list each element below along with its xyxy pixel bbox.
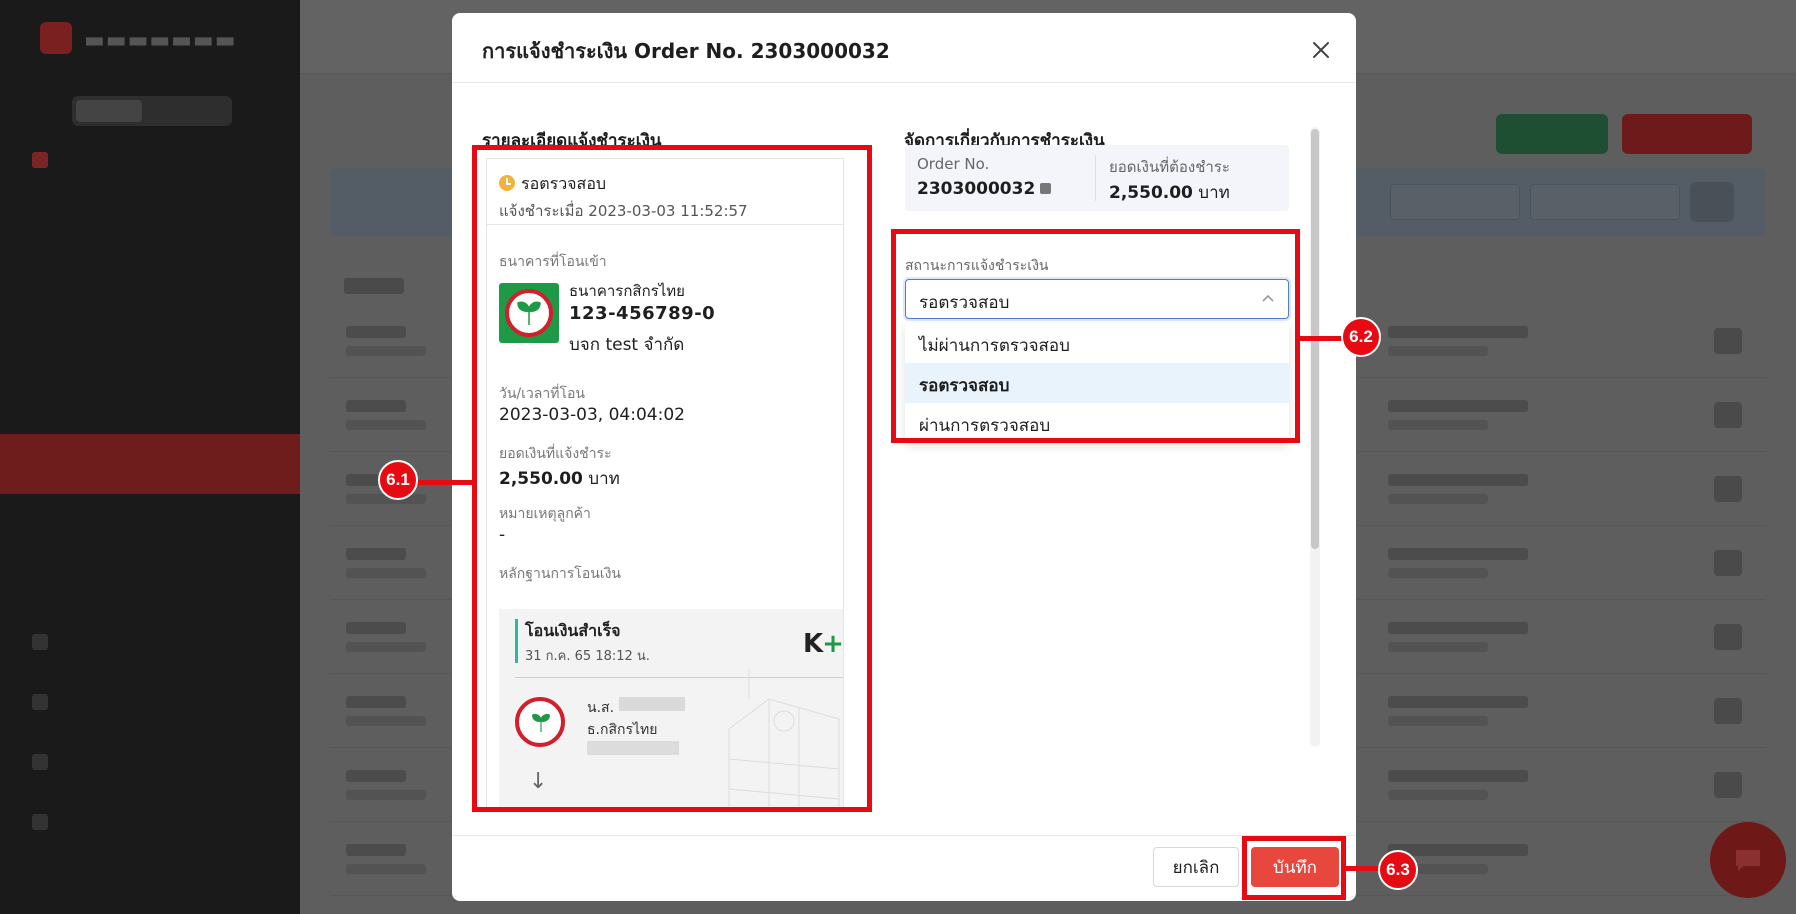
sidebar-item (0, 494, 300, 554)
sidebar-mode-toggle (72, 96, 232, 126)
order-no-label: Order No. (917, 155, 990, 173)
modal-header: การแจ้งชำระเงิน Order No. 2303000032 (452, 13, 1356, 83)
background-table-header (344, 278, 404, 294)
annotation-connector (1298, 336, 1346, 341)
sidebar-item (0, 672, 300, 732)
background-green-button (1496, 114, 1608, 154)
sidebar-group-ecommerce (0, 130, 300, 190)
amount-due-label: ยอดเงินที่ต้องชำระ (1109, 158, 1230, 176)
sidebar-item (0, 732, 300, 792)
app-logo: ▬▬▬▬▬▬▬ (40, 18, 270, 58)
sidebar-item (0, 370, 300, 430)
order-no-value[interactable]: 2303000032 (917, 179, 1052, 199)
sidebar-item (0, 190, 300, 250)
annotation-connector (414, 480, 474, 485)
close-icon[interactable] (1308, 37, 1334, 63)
annotation-badge-6-2: 6.2 (1341, 317, 1381, 357)
external-link-icon[interactable] (1040, 183, 1052, 194)
annotation-badge-6-3: 6.3 (1378, 850, 1418, 890)
sidebar-item (0, 250, 300, 310)
cancel-button[interactable]: ยกเลิก (1153, 847, 1239, 887)
sidebar-item (0, 310, 300, 370)
modal-title: การแจ้งชำระเงิน Order No. 2303000032 (482, 39, 890, 63)
background-sidebar: ▬▬▬▬▬▬▬ (0, 0, 300, 914)
annotation-box-6-3 (1242, 836, 1346, 900)
annotation-box-6-2 (891, 229, 1300, 443)
sidebar-item-active (0, 434, 300, 494)
chat-bubble-icon (1710, 822, 1786, 898)
annotation-badge-6-1: 6.1 (378, 460, 418, 500)
sidebar-item (0, 554, 300, 614)
background-red-button (1622, 114, 1752, 154)
order-summary-card: Order No. 2303000032 ยอดเงินที่ต้องชำระ … (905, 145, 1289, 211)
annotation-box-6-1 (472, 145, 872, 812)
amount-due-value: 2,550.00 บาท (1109, 183, 1230, 203)
sidebar-item (0, 792, 300, 852)
sidebar-item (0, 612, 300, 672)
